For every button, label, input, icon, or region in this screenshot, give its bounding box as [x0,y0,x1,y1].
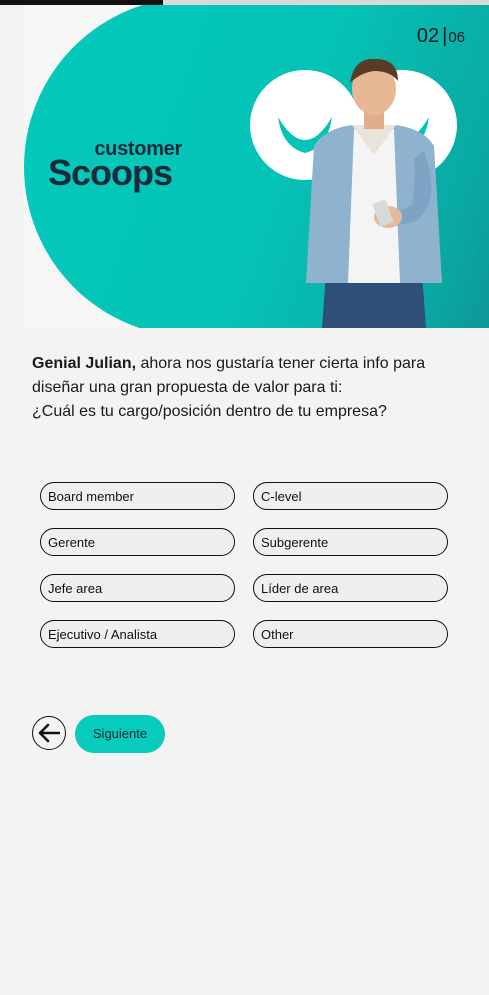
step-separator: | [442,25,448,47]
option-other[interactable]: Other [253,620,448,648]
hero-banner: customer Scoops 02 |06 [24,5,489,328]
brand-logo-big: Scoops [48,152,173,193]
option-gerente[interactable]: Gerente [40,528,235,556]
option-lider-area[interactable]: Líder de area [253,574,448,602]
option-ejecutivo-analista[interactable]: Ejecutivo / Analista [40,620,235,648]
arrow-left-icon [38,723,60,743]
option-jefe-area[interactable]: Jefe area [40,574,235,602]
back-button[interactable] [32,716,66,750]
next-button[interactable]: Siguiente [75,715,165,753]
option-board-member[interactable]: Board member [40,482,235,510]
person-photo [306,58,442,328]
question-greeting: Genial Julian, [32,355,137,372]
step-counter: 02 |06 [417,25,465,48]
step-current: 02 [416,25,440,47]
question-text: Genial Julian, ahora nos gustaría tener … [32,352,452,424]
brand-logo: customer Scoops [48,139,188,191]
option-subgerente[interactable]: Subgerente [253,528,448,556]
question-line2: ¿Cuál es tu cargo/posición dentro de tu … [32,403,387,420]
option-c-level[interactable]: C-level [253,482,448,510]
step-total: 06 [448,29,465,46]
